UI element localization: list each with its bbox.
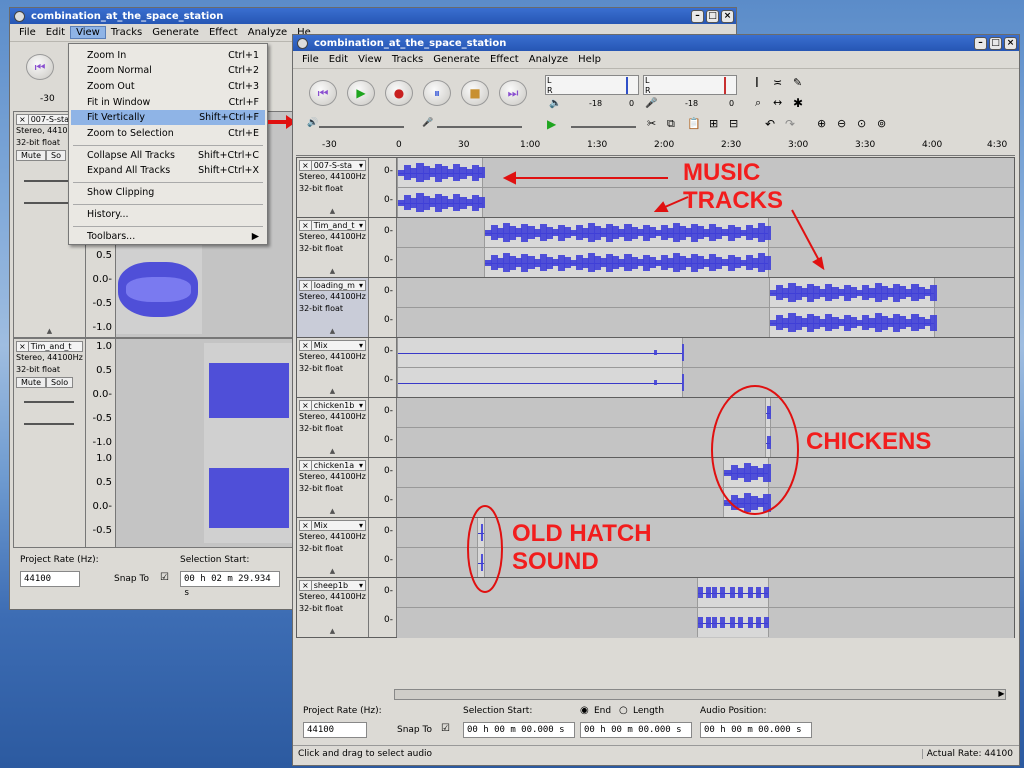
arrow-music-3-head bbox=[812, 256, 825, 271]
old-hatch-circle bbox=[467, 505, 503, 593]
arrow-music-2-head bbox=[653, 201, 669, 212]
chickens-circle bbox=[711, 385, 799, 515]
arrow-music-1-head bbox=[502, 171, 516, 185]
arrow-music-3 bbox=[791, 209, 823, 267]
annotation-overlay bbox=[467, 171, 825, 593]
